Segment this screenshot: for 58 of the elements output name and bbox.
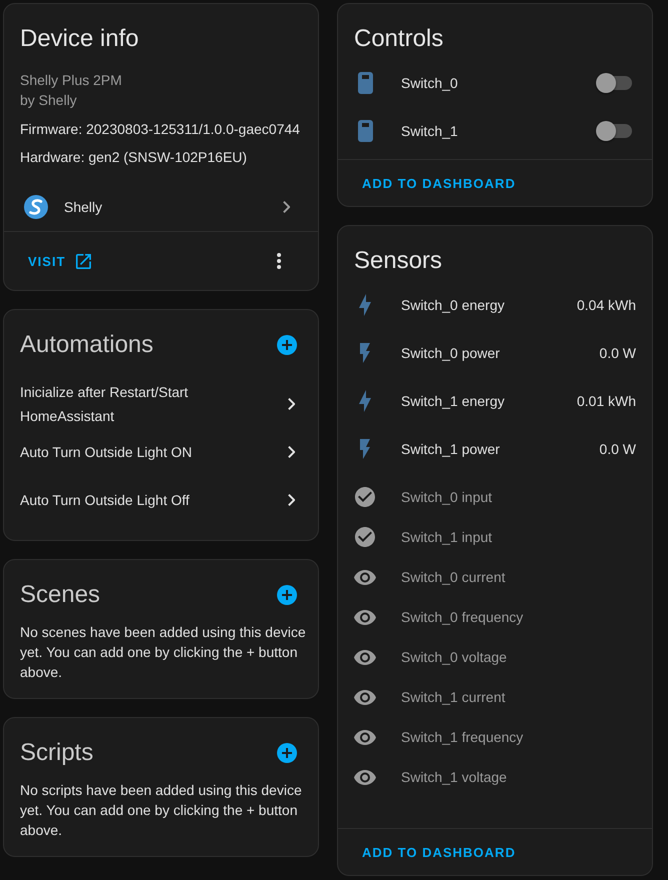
sensor-name: Switch_0 frequency [401,608,524,627]
chevron-right-icon [282,201,290,213]
eye-icon [354,650,376,664]
sensor-name: Switch_0 energy [401,296,505,315]
flash-icon [360,343,370,363]
card-title: Automations [20,330,154,360]
sensor-name: Switch_1 power [401,440,500,459]
eye-icon [354,770,376,784]
manufacturer-text: by Shelly [20,91,77,110]
empty-state-text: No scripts have been added using this device yet. You can add one by clicking the + button above. [19,781,303,840]
card-title: Scripts [20,738,94,768]
visit-link[interactable]: VISIT [20,243,99,279]
sensor-value: 0.0 W [599,344,636,363]
firmware-text: Firmware: 20230803-125311/1.0.0-gaec0744 [20,120,300,139]
automation-link[interactable]: Auto Turn Outside Light Off [4,476,318,524]
sensor-name: Switch_1 energy [401,392,505,411]
more-options-icon[interactable] [277,253,281,269]
automation-link[interactable]: Auto Turn Outside Light ON [4,428,318,476]
eye-icon [354,570,376,584]
lightning-icon [359,294,371,316]
sensor-name: Switch_1 voltage [401,768,507,787]
sensor-name: Switch_0 input [401,488,492,507]
chevron-right-icon [288,398,295,410]
add-to-dashboard-button[interactable]: ADD TO DASHBOARD [354,834,524,870]
s-logo-icon [24,195,48,219]
integration-link[interactable]: Shelly [4,183,318,231]
card-title: Controls [354,24,444,54]
eye-icon [354,690,376,704]
sensor-name: Switch_1 frequency [401,728,524,747]
sensor-name: Switch_1 input [401,528,492,547]
toggle-switch[interactable] [596,121,632,141]
sensor-value: 0.0 W [599,440,636,459]
empty-state-text: No scenes have been added using this device yet. You can add one by clicking the + button above. [19,623,307,682]
sensor-value: 0.01 kWh [576,392,636,411]
chevron-right-icon [288,446,295,458]
switch-icon [358,72,372,94]
card-title: Scenes [20,580,100,610]
open-in-new-icon [76,254,91,268]
automation-link[interactable]: Inicialize after Restart/Start HomeAssistant [4,380,318,428]
sensor-name: Switch_0 current [401,568,506,587]
chevron-right-icon [288,494,295,506]
model-name: Shelly Plus 2PM [20,71,122,90]
sensor-value: 0.04 kWh [576,296,636,315]
eye-icon [354,730,376,744]
switch-name: Switch_0 [401,74,458,93]
lightning-icon [359,390,371,412]
toggle-switch[interactable] [596,73,632,93]
flash-icon [360,439,370,459]
card-title: Device info [20,24,139,54]
sensor-name: Switch_0 voltage [401,648,507,667]
sensor-name: Switch_0 power [401,344,500,363]
hardware-text: Hardware: gen2 (SNSW-102P16EU) [20,148,247,167]
card-title: Sensors [354,246,442,276]
switch-icon [358,120,372,142]
sensor-name: Switch_1 current [401,688,506,707]
eye-icon [354,610,376,624]
switch-name: Switch_1 [401,122,458,141]
add-to-dashboard-button[interactable]: ADD TO DASHBOARD [354,165,524,201]
